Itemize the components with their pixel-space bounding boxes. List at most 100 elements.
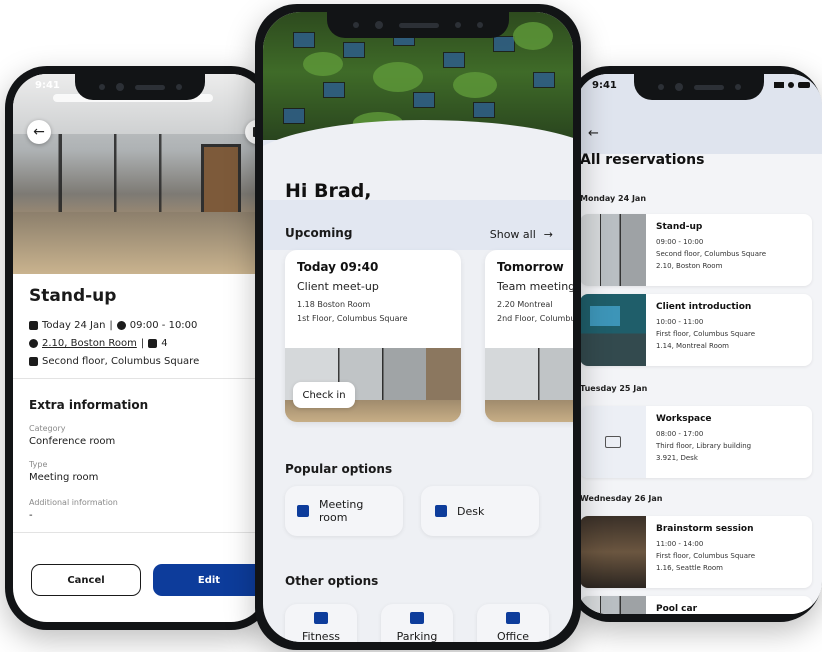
reservation-title: Brainstorm session xyxy=(656,524,754,534)
dumbbell-icon xyxy=(314,612,328,624)
additional-value: - xyxy=(29,510,33,521)
card-location: 2nd Floor, Columbus Square xyxy=(497,314,573,323)
option-label: Desk xyxy=(457,504,485,518)
reservation-card[interactable]: Client introduction 10:00 - 11:00 First … xyxy=(580,294,812,366)
reservation-time: 10:00 - 11:00 xyxy=(656,318,704,326)
reservation-room: 3.921, Desk xyxy=(656,454,698,462)
reservation-location: Third floor, Library building xyxy=(656,442,752,450)
reservation-card[interactable]: Brainstorm session 11:00 - 14:00 First f… xyxy=(580,516,812,588)
reservation-thumbnail xyxy=(580,214,646,286)
reservation-location: Second floor, Columbus Square xyxy=(656,250,767,258)
card-photo xyxy=(485,348,573,422)
signal-icon xyxy=(774,82,784,88)
edit-button[interactable]: Edit xyxy=(153,564,265,596)
people-icon xyxy=(148,339,158,348)
status-time: 9:41 xyxy=(592,80,617,91)
fitness-option[interactable]: Fitness xyxy=(285,604,357,642)
reservation-location: First floor, Columbus Square xyxy=(656,552,756,560)
detail-screen: 9:41 ← Stand-up Today 24 Jan | 09:00 - 1… xyxy=(13,74,265,622)
upcoming-card[interactable]: Today 09:40 Client meet-up 1.18 Boston R… xyxy=(285,250,461,422)
option-label: Meeting room xyxy=(319,498,364,524)
reservation-location: First floor, Columbus Square xyxy=(656,330,756,338)
wifi-icon xyxy=(788,82,794,88)
reservation-thumbnail xyxy=(580,596,646,614)
extra-info-heading: Extra information xyxy=(29,398,149,412)
reservation-title: Workspace xyxy=(656,414,712,424)
image-placeholder-icon xyxy=(580,406,646,478)
type-label: Type xyxy=(29,460,48,469)
calendar-icon xyxy=(29,321,38,330)
day-heading: Tuesday 25 Jan xyxy=(580,384,648,393)
showcase-stage: 9:41 ← Stand-up Today 24 Jan | 09:00 - 1… xyxy=(0,0,822,652)
card-when: Today 09:40 xyxy=(297,260,379,274)
card-title: Team meeting xyxy=(497,280,573,293)
upcoming-heading: Upcoming xyxy=(285,226,353,240)
phone-reservations-list: 9:41 ← All reservations Monday 24 Jan St… xyxy=(568,66,822,622)
desk-option[interactable]: Desk xyxy=(421,486,539,536)
card-room: 1.18 Boston Room xyxy=(297,300,371,309)
reservation-time: 08:00 - 17:00 xyxy=(656,430,704,438)
people-count: 4 xyxy=(161,338,168,349)
reservations-screen: 9:41 ← All reservations Monday 24 Jan St… xyxy=(576,74,822,614)
info-icon xyxy=(29,339,38,348)
reservation-card[interactable]: Pool car xyxy=(580,596,812,614)
check-in-button[interactable]: Check in xyxy=(293,382,355,408)
office-icon xyxy=(506,612,520,624)
back-arrow-icon[interactable]: ← xyxy=(588,126,599,141)
reservation-room: 2.10, Boston Room xyxy=(656,262,723,270)
time-text: 09:00 - 10:00 xyxy=(129,320,198,331)
status-icons xyxy=(774,82,810,88)
parking-option[interactable]: Parking xyxy=(381,604,453,642)
location-row: Second floor, Columbus Square xyxy=(29,356,199,367)
meeting-room-option[interactable]: Meeting room xyxy=(285,486,403,536)
home-screen: Hi Brad, Upcoming Show all → Today 09:40… xyxy=(263,12,573,642)
reservation-title: Stand-up xyxy=(656,222,703,232)
option-label: Parking xyxy=(396,630,438,642)
divider xyxy=(13,532,265,533)
card-title: Client meet-up xyxy=(297,280,379,293)
reservation-title: Pool car xyxy=(656,604,698,614)
popular-heading: Popular options xyxy=(285,462,393,476)
option-label: Fitness xyxy=(301,630,341,642)
location-text: Second floor, Columbus Square xyxy=(42,356,200,367)
day-heading: Monday 24 Jan xyxy=(580,194,647,203)
separator: | xyxy=(140,338,145,349)
reservation-card[interactable]: Workspace 08:00 - 17:00 Third floor, Lib… xyxy=(580,406,812,478)
date-text: Today 24 Jan xyxy=(42,320,106,331)
card-room: 2.20 Montreal xyxy=(497,300,553,309)
show-all-link[interactable]: Show all → xyxy=(490,228,553,241)
battery-icon xyxy=(798,82,810,88)
building-icon xyxy=(29,357,38,366)
reservation-title: Client introduction xyxy=(656,302,752,312)
reservation-room: 1.16, Seattle Room xyxy=(656,564,723,572)
cancel-button[interactable]: Cancel xyxy=(31,564,141,596)
separator: | xyxy=(109,320,113,331)
reservation-thumbnail xyxy=(580,294,646,366)
room-link[interactable]: 2.10, Boston Room xyxy=(42,338,137,349)
reservation-room: 1.14, Montreal Room xyxy=(656,342,729,350)
room-photo xyxy=(13,74,265,274)
reservation-card[interactable]: Stand-up 09:00 - 10:00 Second floor, Col… xyxy=(580,214,812,286)
phone-detail-view: 9:41 ← Stand-up Today 24 Jan | 09:00 - 1… xyxy=(5,66,273,630)
option-label: Office xyxy=(496,630,530,642)
category-label: Category xyxy=(29,424,66,433)
back-arrow-icon[interactable]: ← xyxy=(27,120,51,144)
phone-notch xyxy=(327,12,509,38)
status-time: 9:41 xyxy=(35,80,60,91)
show-all-label: Show all xyxy=(489,228,536,241)
greeting: Hi Brad, xyxy=(285,180,372,202)
phone-notch xyxy=(634,74,764,100)
divider xyxy=(13,378,265,379)
reservation-thumbnail xyxy=(580,516,646,588)
office-option[interactable]: Office xyxy=(477,604,549,642)
additional-label: Additional information xyxy=(29,498,118,507)
parking-icon xyxy=(410,612,424,624)
reservation-time: 09:00 - 10:00 xyxy=(656,238,704,246)
upcoming-card[interactable]: Tomorrow Team meeting 2.20 Montreal 2nd … xyxy=(485,250,573,422)
day-heading: Wednesday 26 Jan xyxy=(580,494,663,503)
door-icon xyxy=(297,505,309,517)
page-title: Stand-up xyxy=(29,286,117,306)
desk-lamp-icon xyxy=(435,505,447,517)
room-row: 2.10, Boston Room | 4 xyxy=(29,338,168,349)
card-when: Tomorrow xyxy=(497,260,564,274)
